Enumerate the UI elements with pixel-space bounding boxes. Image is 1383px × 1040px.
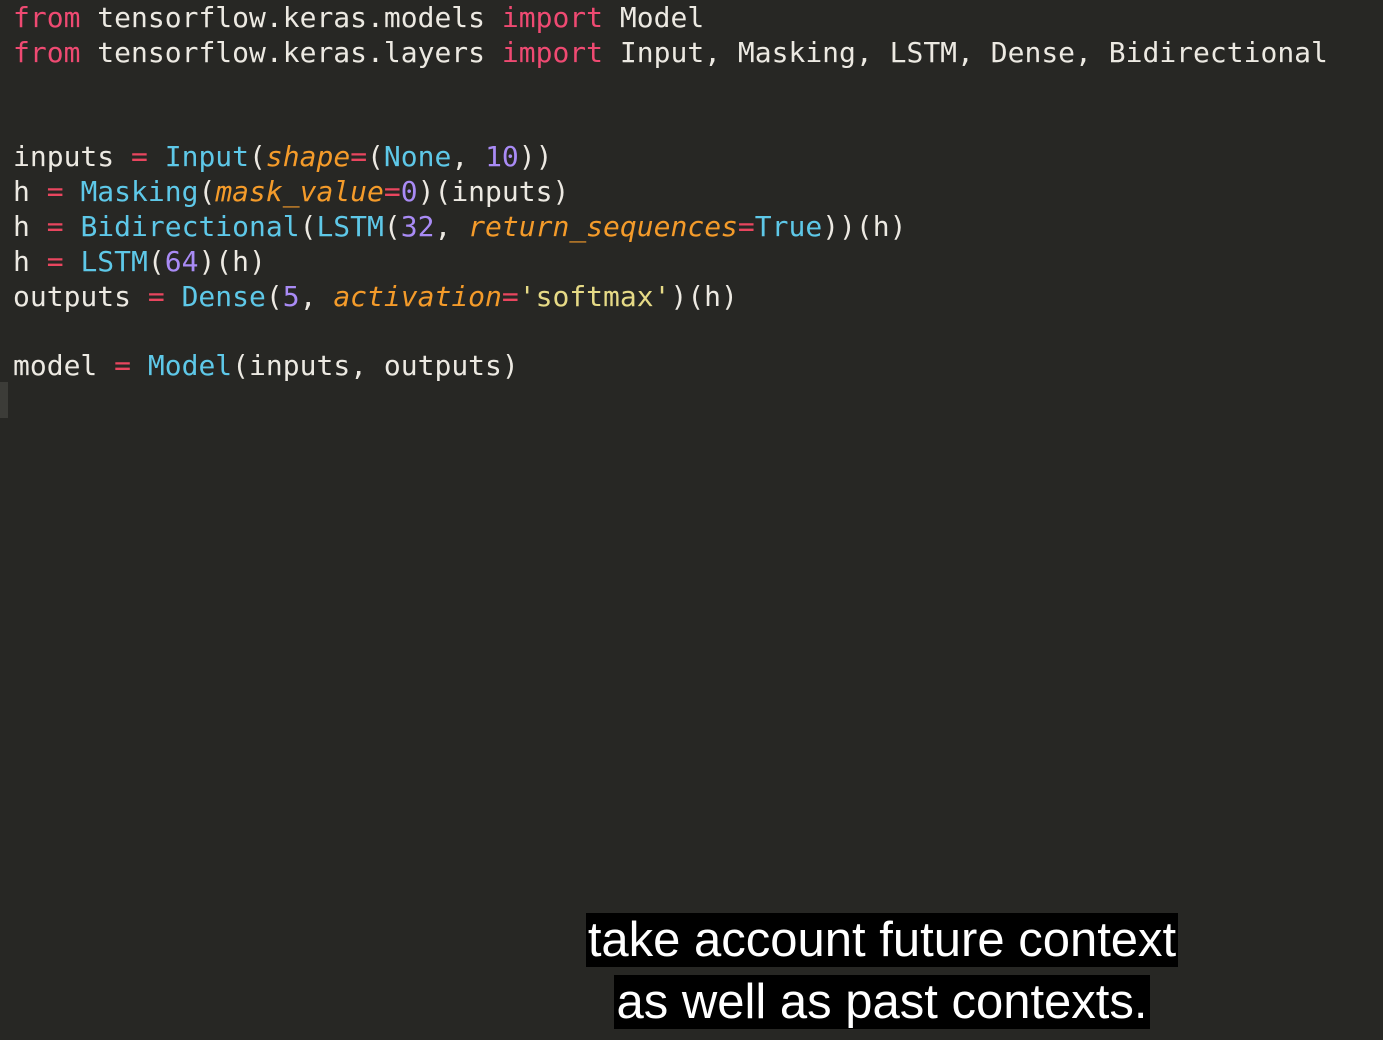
code-token-plain: (: [383, 210, 401, 243]
subtitles: take account future context as well as p…: [557, 909, 1207, 1033]
code-token-op: =: [350, 140, 368, 173]
code-line[interactable]: from tensorflow.keras.layers import Inpu…: [13, 35, 1328, 70]
subtitle-text-1: take account future context: [585, 913, 1179, 967]
code-line[interactable]: from tensorflow.keras.models import Mode…: [13, 0, 704, 35]
code-token-keyword: from: [13, 36, 81, 69]
code-token-plain: ))(h): [822, 210, 907, 243]
subtitle-line-2: as well as past contexts.: [557, 971, 1207, 1033]
code-line[interactable]: model = Model(inputs, outputs): [13, 348, 519, 383]
code-token-plain: (: [265, 280, 283, 313]
code-token-keyword: import: [501, 36, 604, 69]
code-token-plain: Model: [603, 1, 705, 34]
code-token-func: Dense: [181, 280, 266, 313]
code-token-func: LSTM: [316, 210, 384, 243]
code-token-op: =: [383, 175, 401, 208]
code-token-plain: (: [198, 175, 216, 208]
code-token-op: =: [114, 349, 132, 382]
code-token-plain: (: [299, 210, 317, 243]
code-token-param: mask_value: [215, 175, 384, 208]
code-token-plain: (: [367, 140, 384, 173]
code-token-plain: Input, Masking, LSTM, Dense, Bidirection…: [603, 36, 1328, 69]
code-token-plain: (inputs, outputs): [232, 349, 519, 382]
code-token-plain: (: [249, 140, 266, 173]
code-token-const: 64: [164, 245, 199, 278]
code-token-keyword: from: [13, 1, 81, 34]
code-line[interactable]: h = Masking(mask_value=0)(inputs): [13, 174, 569, 209]
code-line[interactable]: h = Bidirectional(LSTM(32, return_sequen…: [13, 209, 907, 244]
subtitle-text-2: as well as past contexts.: [614, 975, 1150, 1029]
code-token-plain: ,: [434, 210, 469, 243]
code-token-op: =: [147, 280, 165, 313]
code-token-plain: ,: [299, 280, 334, 313]
code-token-func: None: [383, 140, 452, 173]
code-token-plain: tensorflow.keras.layers: [80, 36, 502, 69]
code-token-plain: )(h): [198, 245, 266, 278]
code-token-param: return_sequences: [468, 210, 738, 243]
code-token-plain: ,: [451, 140, 486, 173]
code-token-plain: h: [13, 210, 47, 243]
code-token-plain: outputs: [13, 280, 148, 313]
code-token-func: True: [754, 210, 823, 243]
code-token-func: LSTM: [80, 245, 148, 278]
code-token-const: 5: [282, 280, 300, 313]
code-token-op: =: [46, 175, 64, 208]
code-token-const: 32: [400, 210, 435, 243]
code-token-param: shape: [265, 140, 351, 173]
code-token-plain: inputs: [13, 140, 132, 173]
code-editor[interactable]: from tensorflow.keras.models import Mode…: [0, 0, 1383, 1040]
code-token-func: Model: [147, 349, 233, 382]
code-token-op: =: [46, 210, 64, 243]
code-token-plain: )): [518, 140, 553, 173]
code-token-func: Masking: [80, 175, 199, 208]
code-token-plain: )(h): [670, 280, 738, 313]
text-cursor: [0, 382, 8, 418]
code-token-op: =: [737, 210, 755, 243]
code-token-plain: (: [147, 245, 165, 278]
code-token-plain: tensorflow.keras.models: [80, 1, 502, 34]
code-token-op: =: [501, 280, 519, 313]
code-token-param: activation: [333, 280, 502, 313]
code-token-plain: h: [13, 245, 47, 278]
code-line[interactable]: h = LSTM(64)(h): [13, 244, 266, 279]
code-line[interactable]: outputs = Dense(5, activation='softmax')…: [13, 279, 738, 314]
code-token-string: 'softmax': [518, 280, 671, 313]
code-token-plain: model: [13, 349, 115, 382]
code-token-keyword: import: [501, 1, 604, 34]
code-token-func: Bidirectional: [80, 210, 300, 243]
code-token-const: 0: [400, 175, 418, 208]
code-token-op: =: [131, 140, 148, 173]
code-token-op: =: [46, 245, 64, 278]
code-token-plain: h: [13, 175, 47, 208]
code-token-func: Input: [164, 140, 250, 173]
subtitle-line-1: take account future context: [557, 909, 1207, 971]
code-line[interactable]: inputs = Input(shape=(None, 10)): [13, 139, 553, 174]
code-token-const: 10: [485, 140, 519, 173]
code-token-plain: )(inputs): [417, 175, 570, 208]
